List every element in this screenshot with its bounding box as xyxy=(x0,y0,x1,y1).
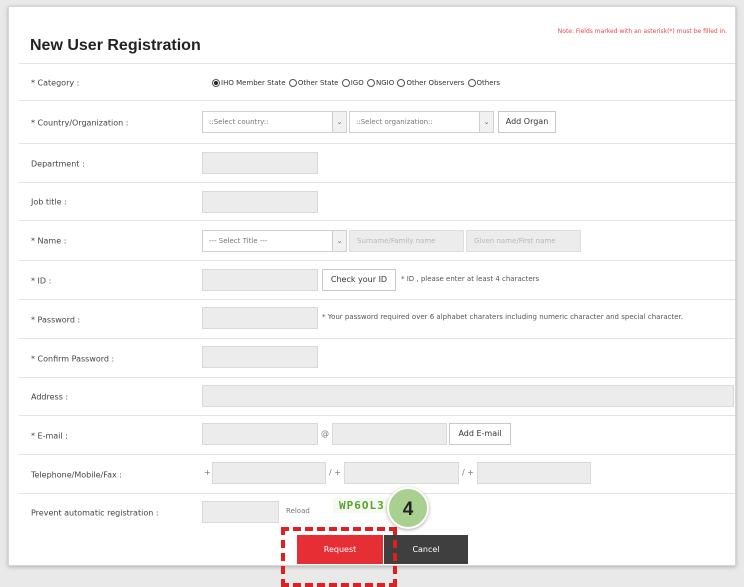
reload-link[interactable]: Reload xyxy=(286,507,310,515)
category-radio-group: IHO Member State Other State IGO NGIO Ot… xyxy=(212,78,501,87)
captcha-image: WP6OL3 xyxy=(333,498,391,513)
password-input[interactable] xyxy=(202,307,318,329)
password-row: * Password : * Your password required ov… xyxy=(19,299,735,339)
given-name-input[interactable]: Given name/First name xyxy=(466,230,581,252)
fax-input[interactable] xyxy=(477,462,591,484)
phone-label: Telephone/Mobile/Fax : xyxy=(31,470,123,479)
email-row: * E-mail : @ Add E-mail xyxy=(19,415,735,455)
id-label: * ID : xyxy=(31,276,52,285)
radio-other-observers[interactable]: Other Observers xyxy=(397,78,464,87)
radio-others[interactable]: Others xyxy=(467,78,500,87)
step-badge: 4 xyxy=(387,487,429,529)
confirm-password-label: * Confirm Password : xyxy=(31,354,115,363)
id-input[interactable] xyxy=(202,269,318,291)
name-row: * Name : --- Select Title --- ⌄ Surname/… xyxy=(19,220,735,261)
job-title-label: Job title : xyxy=(31,197,67,207)
radio-igo[interactable]: IGO xyxy=(341,78,364,87)
email-domain-input[interactable] xyxy=(332,423,447,445)
password-label: * Password : xyxy=(31,315,81,324)
country-row: * Country/Organization : ::Select countr… xyxy=(19,100,735,144)
email-user-input[interactable] xyxy=(202,423,318,445)
mobile-input[interactable] xyxy=(344,462,459,484)
department-label: Department : xyxy=(31,159,85,168)
category-row: * Category : IHO Member State Other Stat… xyxy=(19,63,735,101)
radio-ngio[interactable]: NGIO xyxy=(366,78,394,87)
id-row: * ID : Check your ID * ID , please enter… xyxy=(19,260,735,300)
phone-prefix-3: / + xyxy=(462,468,474,477)
country-label: * Country/Organization : xyxy=(31,118,129,127)
add-email-button[interactable]: Add E-mail xyxy=(449,423,511,445)
phone-prefix-1: + xyxy=(204,468,211,477)
email-label: * E-mail : xyxy=(31,431,68,440)
chevron-down-icon: ⌄ xyxy=(332,231,346,251)
address-input[interactable] xyxy=(202,385,734,407)
phone-prefix-2: / + xyxy=(329,468,341,477)
confirm-password-input[interactable] xyxy=(202,346,318,368)
telephone-input[interactable] xyxy=(212,462,326,484)
address-row: Address : xyxy=(19,377,735,416)
department-input[interactable] xyxy=(202,152,318,174)
category-label: * Category : xyxy=(31,78,80,87)
country-select[interactable]: ::Select country:: ⌄ xyxy=(202,111,347,133)
captcha-input[interactable] xyxy=(202,501,279,523)
at-symbol: @ xyxy=(321,429,329,438)
title-select[interactable]: --- Select Title --- ⌄ xyxy=(202,230,347,252)
check-id-button[interactable]: Check your ID xyxy=(322,269,396,291)
add-organ-button[interactable]: Add Organ xyxy=(498,111,556,133)
radio-iho-member-state[interactable]: IHO Member State xyxy=(212,78,286,87)
id-hint: * ID , please enter at least 4 character… xyxy=(401,275,540,283)
surname-input[interactable]: Surname/Family name xyxy=(349,230,464,252)
job-title-input[interactable] xyxy=(202,191,318,213)
chevron-down-icon: ⌄ xyxy=(479,112,493,132)
required-note: Note: Fields marked with an asterisk(*) … xyxy=(557,28,727,35)
name-label: * Name : xyxy=(31,236,67,246)
job-title-row: Job title : xyxy=(19,182,735,221)
radio-other-state[interactable]: Other State xyxy=(288,78,339,87)
highlight-box xyxy=(281,527,397,587)
department-row: Department : xyxy=(19,143,735,183)
prevent-label: Prevent automatic registration : xyxy=(31,508,159,518)
confirm-password-row: * Confirm Password : xyxy=(19,338,735,378)
address-label: Address : xyxy=(31,392,69,402)
registration-card: Note: Fields marked with an asterisk(*) … xyxy=(8,6,736,566)
phone-row: Telephone/Mobile/Fax : + / + / + xyxy=(19,454,735,494)
password-hint: * Your password required over 6 alphabet… xyxy=(322,313,683,321)
chevron-down-icon: ⌄ xyxy=(332,112,346,132)
organization-select[interactable]: ::Select organization:: ⌄ xyxy=(349,111,494,133)
page-title: New User Registration xyxy=(30,37,201,54)
